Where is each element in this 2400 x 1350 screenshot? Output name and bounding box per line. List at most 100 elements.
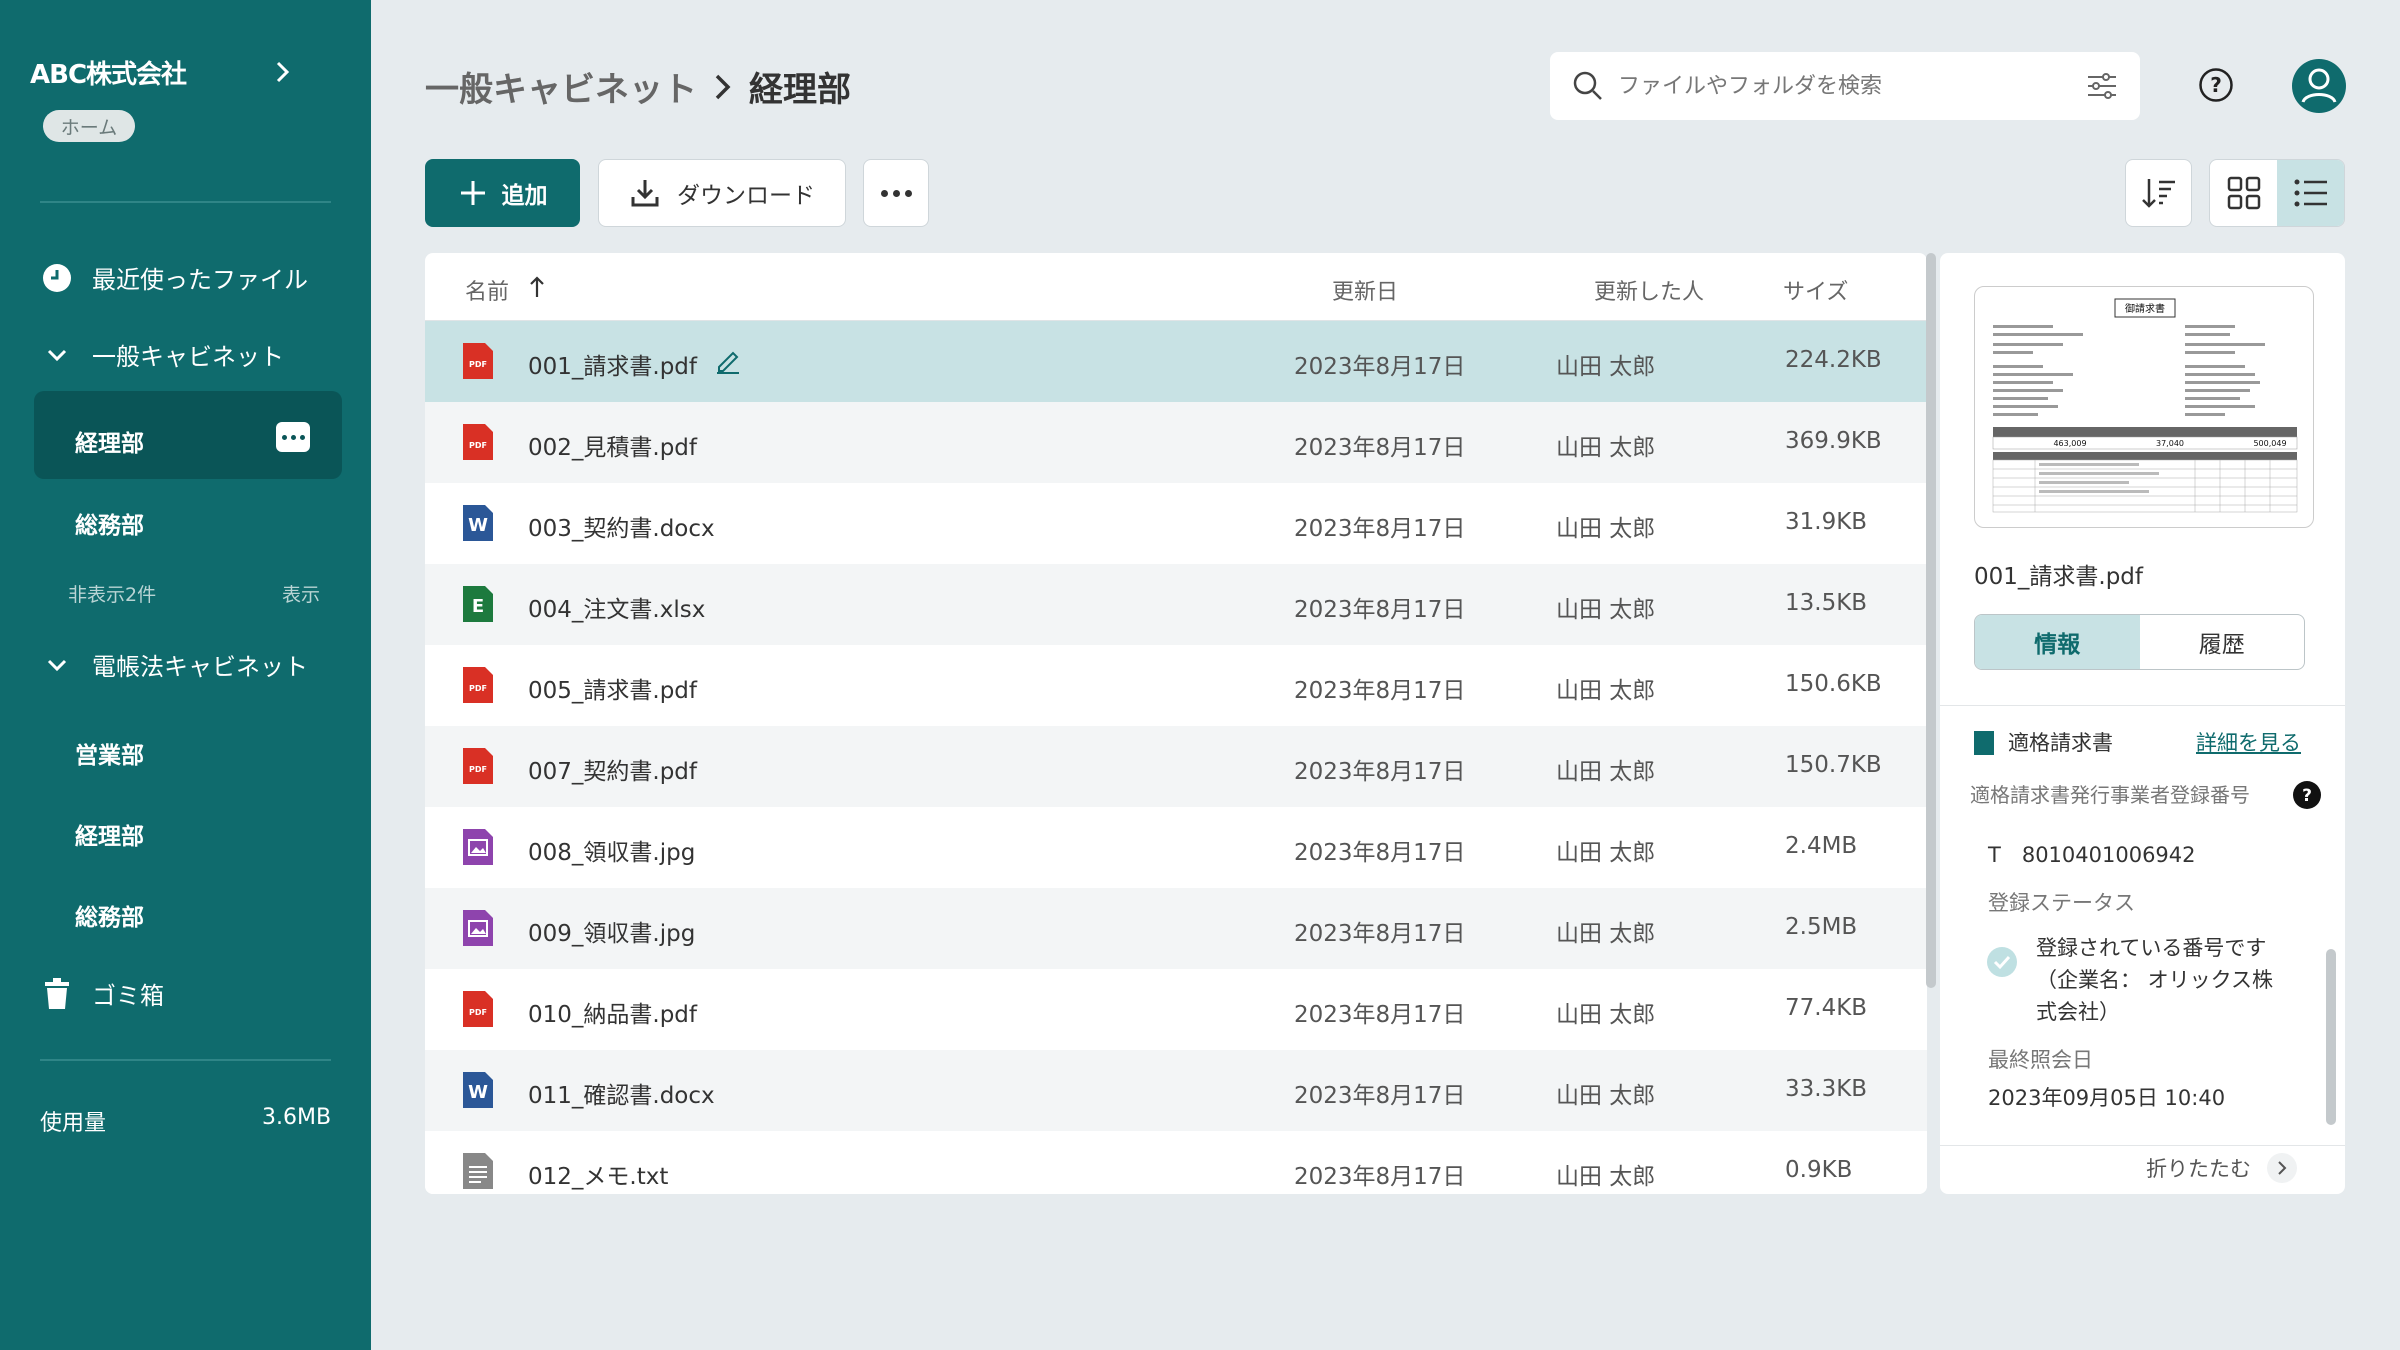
file-name[interactable]: 010_納品書.pdf <box>528 995 697 1029</box>
pdf-file-icon: PDF <box>463 424 493 460</box>
thumb-title: 御請求書 <box>2125 302 2165 315</box>
column-header-user[interactable]: 更新した人 <box>1594 274 1704 306</box>
divider <box>1940 1145 2345 1146</box>
registration-number: T 8010401006942 <box>1988 843 2196 867</box>
svg-text:PDF: PDF <box>469 765 487 774</box>
table-row[interactable]: PDF 007_契約書.pdf 2023年8月17日 山田 太郎 150.7KB <box>425 726 1927 807</box>
breadcrumb-parent[interactable]: 一般キャビネット <box>425 62 697 111</box>
table-row[interactable]: 008_領収書.jpg 2023年8月17日 山田 太郎 2.4MB <box>425 807 1927 888</box>
file-updated-by: 山田 太郎 <box>1556 354 1656 380</box>
column-header-name[interactable]: 名前 <box>465 274 509 306</box>
add-button[interactable]: 追加 <box>425 159 580 227</box>
sidebar-item-accounting[interactable]: 経理部 <box>75 424 144 458</box>
grid-icon <box>2227 176 2260 210</box>
panel-scrollbar[interactable] <box>2326 949 2336 1125</box>
table-header: 名前 更新日 更新した人 サイズ <box>425 253 1927 321</box>
filter-icon[interactable] <box>2086 72 2118 100</box>
divider <box>40 201 331 203</box>
file-size: 31.9KB <box>1785 509 1868 535</box>
file-name[interactable]: 009_領収書.jpg <box>528 914 695 948</box>
sidebar-item-general-affairs[interactable]: 総務部 <box>75 506 144 540</box>
file-size: 2.5MB <box>1785 914 1858 940</box>
sidebar-item-general-affairs-2[interactable]: 総務部 <box>75 898 144 932</box>
table-row[interactable]: 009_領収書.jpg 2023年8月17日 山田 太郎 2.5MB <box>425 888 1927 969</box>
collapse-button[interactable]: 折りたたむ <box>2146 1153 2297 1183</box>
show-hidden-link[interactable]: 表示 <box>282 580 320 607</box>
invoice-preview-image: 御請求書 463,009 37,040 500,049 <box>1992 298 2298 513</box>
list-view-button[interactable] <box>2277 160 2344 226</box>
search-box[interactable] <box>1550 52 2140 120</box>
last-checked-value: 2023年09月05日 10:40 <box>1988 1086 2226 1110</box>
help-icon[interactable]: ? <box>2198 67 2234 103</box>
table-row[interactable]: PDF 002_見積書.pdf 2023年8月17日 山田 太郎 369.9KB <box>425 402 1927 483</box>
file-name[interactable]: 004_注文書.xlsx <box>528 590 705 624</box>
file-date: 2023年8月17日 <box>1294 1083 1466 1109</box>
file-name[interactable]: 012_メモ.txt <box>528 1157 668 1191</box>
table-row[interactable]: PDF 001_請求書.pdf 2023年8月17日 山田 太郎 224.2KB <box>425 321 1927 402</box>
file-name[interactable]: 001_請求書.pdf <box>528 347 697 381</box>
registration-status-label: 登録ステータス <box>1988 891 2135 915</box>
table-scrollbar[interactable] <box>1926 253 1936 988</box>
sidebar-item-trash[interactable]: ゴミ箱 <box>40 976 164 1011</box>
sidebar-item-recent[interactable]: 最近使ったファイル <box>40 260 308 295</box>
home-badge[interactable]: ホーム <box>43 110 135 142</box>
column-header-size[interactable]: サイズ <box>1783 274 1848 306</box>
file-size: 33.3KB <box>1785 1076 1868 1102</box>
pdf-file-icon: PDF <box>463 748 493 784</box>
tab-info[interactable]: 情報 <box>1975 615 2140 669</box>
grid-view-button[interactable] <box>2210 160 2277 226</box>
more-actions-button[interactable] <box>863 159 929 227</box>
file-date: 2023年8月17日 <box>1294 435 1466 461</box>
word-file-icon: W <box>463 1072 493 1108</box>
svg-text:PDF: PDF <box>469 1008 487 1017</box>
file-updated-by: 山田 太郎 <box>1556 678 1656 704</box>
file-name[interactable]: 007_契約書.pdf <box>528 752 697 786</box>
sidebar-cabinet-general[interactable]: 一般キャビネット <box>40 337 284 372</box>
table-row[interactable]: W 003_契約書.docx 2023年8月17日 山田 太郎 31.9KB <box>425 483 1927 564</box>
chevron-right-icon[interactable] <box>270 60 294 84</box>
chevron-down-icon <box>40 648 74 682</box>
column-header-date[interactable]: 更新日 <box>1332 274 1398 306</box>
file-name[interactable]: 008_領収書.jpg <box>528 833 695 867</box>
svg-text:PDF: PDF <box>469 441 487 450</box>
thumb-subtotal: 463,009 <box>2053 439 2086 448</box>
file-name[interactable]: 002_見積書.pdf <box>528 428 697 462</box>
download-button[interactable]: ダウンロード <box>598 159 846 227</box>
company-name[interactable]: ABC株式会社 <box>30 54 187 91</box>
arrow-up-icon[interactable] <box>528 275 546 299</box>
registration-number-label: 適格請求書発行事業者登録番号 <box>1970 783 2250 807</box>
sort-button[interactable] <box>2125 159 2192 227</box>
thumb-total: 500,049 <box>2253 439 2286 448</box>
usage-label: 使用量 <box>40 1111 107 1136</box>
file-updated-by: 山田 太郎 <box>1556 1164 1656 1190</box>
download-button-label: ダウンロード <box>677 183 815 209</box>
file-date: 2023年8月17日 <box>1294 921 1466 947</box>
table-row[interactable]: PDF 010_納品書.pdf 2023年8月17日 山田 太郎 77.4KB <box>425 969 1927 1050</box>
view-toggle <box>2209 159 2345 227</box>
avatar[interactable] <box>2291 58 2347 114</box>
file-date: 2023年8月17日 <box>1294 678 1466 704</box>
tab-history[interactable]: 履歴 <box>2140 615 2305 669</box>
list-icon <box>2294 179 2327 207</box>
thumb-tax: 37,040 <box>2156 439 2184 448</box>
sidebar-cabinet-denchoho[interactable]: 電帳法キャビネット <box>40 647 308 682</box>
excel-file-icon: E <box>463 586 493 622</box>
sidebar-item-sales[interactable]: 営業部 <box>75 736 144 770</box>
question-mark-icon[interactable]: ? <box>2292 780 2322 810</box>
document-thumbnail[interactable]: 御請求書 463,009 37,040 500,049 <box>1974 286 2314 528</box>
more-options-icon[interactable] <box>276 422 310 452</box>
search-input[interactable] <box>1618 73 2086 99</box>
table-row[interactable]: 012_メモ.txt 2023年8月17日 山田 太郎 0.9KB <box>425 1131 1927 1194</box>
file-name[interactable]: 005_請求書.pdf <box>528 671 697 705</box>
sidebar-item-accounting-2[interactable]: 経理部 <box>75 817 144 851</box>
registration-status-text: 登録されている番号です（企業名： オリックス株式会社） <box>2036 936 2274 1024</box>
collapse-label: 折りたたむ <box>2146 1157 2251 1181</box>
file-name[interactable]: 011_確認書.docx <box>528 1076 715 1110</box>
edit-pencil-icon[interactable] <box>713 345 743 375</box>
file-name[interactable]: 003_契約書.docx <box>528 509 715 543</box>
view-details-link[interactable]: 詳細を見る <box>2196 727 2301 757</box>
table-row[interactable]: W 011_確認書.docx 2023年8月17日 山田 太郎 33.3KB <box>425 1050 1927 1131</box>
table-row[interactable]: E 004_注文書.xlsx 2023年8月17日 山田 太郎 13.5KB <box>425 564 1927 645</box>
table-row[interactable]: PDF 005_請求書.pdf 2023年8月17日 山田 太郎 150.6KB <box>425 645 1927 726</box>
svg-text:?: ? <box>2210 73 2222 97</box>
